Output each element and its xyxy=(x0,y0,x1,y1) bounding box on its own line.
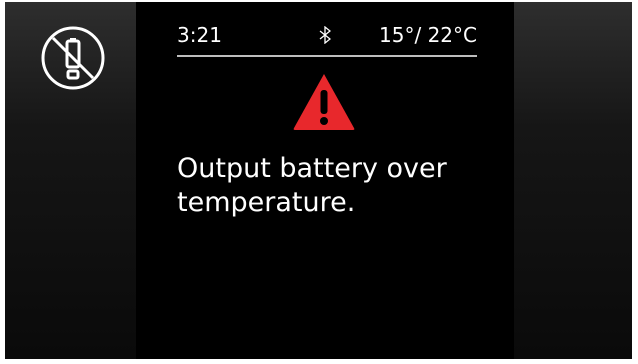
status-bar: 3:21 15°/ 22°C xyxy=(177,22,477,52)
clock: 3:21 xyxy=(177,23,222,47)
divider xyxy=(177,55,477,57)
alert-message: Output battery over temperature. xyxy=(177,153,447,218)
bluetooth-icon xyxy=(319,26,331,44)
left-side-panel xyxy=(5,2,136,359)
warning-icon xyxy=(293,74,355,130)
no-battery-icon xyxy=(41,26,105,90)
right-side-panel xyxy=(514,2,632,359)
device-display: 3:21 15°/ 22°C Output battery over tempe… xyxy=(5,2,632,359)
temperature-readout: 15°/ 22°C xyxy=(379,23,477,47)
main-screen: 3:21 15°/ 22°C Output battery over tempe… xyxy=(136,2,514,359)
